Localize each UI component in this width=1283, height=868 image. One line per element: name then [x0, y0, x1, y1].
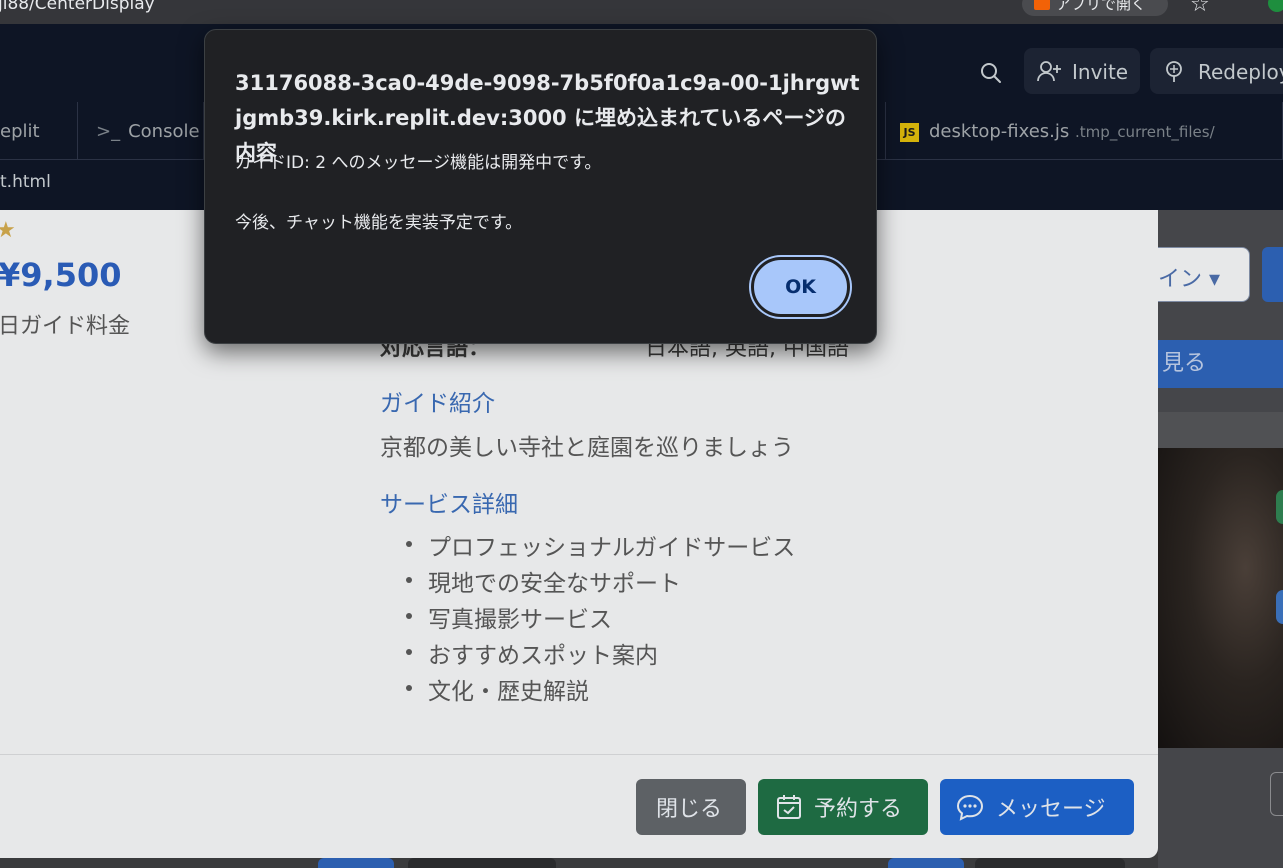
- message-label: メッセージ: [996, 797, 1106, 822]
- card-button[interactable]: [888, 858, 964, 868]
- list-item: 文化・歴史解説: [405, 672, 795, 708]
- green-action-button[interactable]: [1276, 490, 1283, 524]
- header-action-button[interactable]: [1262, 247, 1283, 302]
- chat-bubble-icon: [956, 794, 984, 821]
- service-details-heading: サービス詳細: [380, 492, 518, 518]
- ok-button[interactable]: OK: [751, 257, 850, 317]
- language-select[interactable]: イン ▾: [1158, 247, 1250, 302]
- alert-message-line: 今後、チャット機能を実装予定です。: [235, 213, 523, 233]
- card-button[interactable]: [318, 858, 394, 868]
- guide-price-label: 日ガイド料金: [0, 314, 131, 339]
- deploy-icon: [1166, 61, 1182, 82]
- blue-action-button[interactable]: [1276, 590, 1283, 624]
- list-item: プロフェッショナルガイドサービス: [405, 528, 795, 564]
- alert-dialog: 31176088-3ca0-49de-9098-7b5f0f0a1c9a-00-…: [204, 29, 877, 344]
- search-icon[interactable]: [980, 62, 1002, 84]
- invite-button[interactable]: Invite: [1024, 48, 1140, 94]
- replit-logo-icon: [1034, 0, 1050, 10]
- reserve-label: 予約する: [814, 797, 903, 822]
- js-file-icon: JS: [900, 122, 919, 142]
- terminal-icon: >_: [96, 121, 121, 142]
- invite-label: Invite: [1072, 60, 1129, 84]
- tab-label: Console: [128, 121, 200, 142]
- tab-sub-path: .tmp_current_files/: [1075, 123, 1215, 141]
- tab-replit[interactable]: eplit: [0, 102, 78, 160]
- tab-console[interactable]: >_ Console: [78, 102, 204, 160]
- calendar-check-icon: [777, 795, 801, 819]
- redeploy-button[interactable]: Redeploy: [1150, 48, 1283, 94]
- guide-intro-heading: ガイド紹介: [380, 391, 495, 417]
- add-user-icon: [1037, 61, 1061, 82]
- tab-desktop-fixes[interactable]: JS desktop-fixes.js .tmp_current_files/: [885, 102, 1283, 160]
- message-button[interactable]: メッセージ: [940, 779, 1134, 835]
- file-path[interactable]: t.html: [0, 172, 51, 192]
- close-label: 閉じる: [656, 797, 723, 822]
- address-bar-url[interactable]: ji88/CenterDisplay: [0, 0, 155, 14]
- tab-label: eplit: [0, 121, 40, 142]
- close-button[interactable]: 閉じる: [636, 779, 746, 835]
- open-in-app-button[interactable]: アプリで開く: [1022, 0, 1168, 16]
- list-item: おすすめスポット案内: [405, 636, 795, 672]
- guide-photo: [1158, 448, 1283, 748]
- language-select-label: イン ▾: [1158, 267, 1221, 292]
- outline-button[interactable]: [1270, 772, 1283, 816]
- card-header-strip: [1158, 412, 1283, 448]
- modal-footer-divider: [0, 754, 1158, 755]
- guide-price: ¥9,500: [0, 256, 122, 294]
- open-in-app-label: アプリで開く: [1056, 0, 1147, 13]
- redeploy-label: Redeploy: [1198, 60, 1283, 84]
- list-item: 現地での安全なサポート: [405, 564, 795, 600]
- card-button[interactable]: [408, 858, 556, 868]
- guide-intro-text: 京都の美しい寺社と庭園を巡りましょう: [380, 435, 794, 461]
- rating-star-icon: ★: [0, 218, 16, 243]
- view-details-button[interactable]: 見る: [1158, 340, 1283, 388]
- card-button[interactable]: [975, 858, 1125, 868]
- reserve-button[interactable]: 予約する: [758, 779, 928, 835]
- view-details-label: 見る: [1162, 351, 1207, 376]
- tab-label: desktop-fixes.js: [929, 121, 1070, 142]
- service-list: プロフェッショナルガイドサービス 現地での安全なサポート 写真撮影サービス おす…: [405, 528, 795, 708]
- bookmark-star-icon[interactable]: ☆: [1190, 0, 1210, 17]
- alert-message-line: ガイドID: 2 へのメッセージ機能は開発中です。: [235, 153, 602, 173]
- list-item: 写真撮影サービス: [405, 600, 795, 636]
